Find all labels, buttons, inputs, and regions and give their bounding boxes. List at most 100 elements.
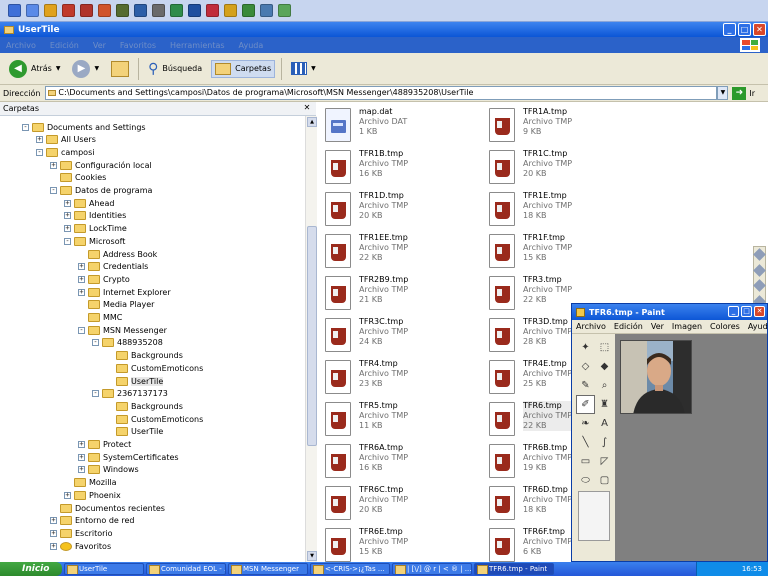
menu-herramientas[interactable]: Herramientas [170,41,225,50]
tree-item[interactable]: + Phoenix [64,489,121,501]
tree-item[interactable]: Mozilla [64,477,117,489]
file-item[interactable]: TFR1A.tmp Archivo TMP 9 KB [489,106,649,146]
collapse-icon[interactable]: - [50,187,57,194]
collapse-icon[interactable]: - [36,148,43,156]
window-titlebar[interactable]: UserTile _ □ ✕ [0,22,768,37]
task-chat-2[interactable]: | [\/] @ r | < ® | ... [392,563,472,575]
file-item[interactable]: TFR6C.tmp Archivo TMP 20 KB [325,484,485,524]
expand-icon[interactable]: + [50,517,57,525]
paint-tool-options[interactable] [578,491,610,541]
tree-item[interactable]: Address Book [78,248,157,260]
up-folder-button[interactable] [108,59,132,79]
paint-menu-edicion[interactable]: Edición [614,322,643,331]
close-panel-icon[interactable]: ✕ [302,103,312,113]
scroll-up-button[interactable]: ▲ [307,117,317,127]
paint-tool-icon[interactable]: ╲ [576,433,595,452]
maximize-button[interactable]: □ [738,23,751,36]
scroll-down-button[interactable]: ▼ [307,551,317,561]
tree-item[interactable]: CustomEmoticons [106,413,203,425]
tree-item[interactable]: + Windows [78,464,139,476]
paint-tool-icon[interactable]: ▢ [595,471,614,490]
paint-tool-icon[interactable]: ▭ [576,452,595,471]
expand-icon[interactable]: + [64,199,71,207]
expand-icon[interactable]: + [50,161,57,169]
collapse-icon[interactable]: - [64,237,71,245]
expand-icon[interactable]: + [50,529,57,537]
menu-ver[interactable]: Ver [93,41,106,50]
network-icon[interactable] [170,4,183,17]
messenger-icon[interactable] [278,4,291,17]
user-icon[interactable] [188,4,201,17]
task-usertile[interactable]: UserTile [64,563,144,575]
antivirus-icon[interactable] [62,4,75,17]
tree-item[interactable]: Cookies [50,172,106,184]
tree-item[interactable]: + Entorno de red [50,515,134,527]
paint-tool-icon[interactable]: ✎ [576,376,595,395]
collapse-icon[interactable]: - [92,390,99,398]
clock[interactable]: 16:53 [742,565,762,573]
tree-item[interactable]: + Favoritos [50,540,111,552]
tree-item[interactable]: Backgrounds [106,400,183,412]
paint-tool-icon[interactable]: ◸ [595,452,614,471]
tree-item[interactable]: Backgrounds [106,350,183,362]
tool-icon[interactable] [753,279,766,293]
expand-icon[interactable]: + [78,453,85,461]
tree-scrollbar[interactable]: ▲ ▼ [305,116,317,562]
tree-item[interactable]: + Identities [64,210,126,222]
task-paint[interactable]: TFR6.tmp - Paint [474,563,554,575]
paint-close-button[interactable]: ✕ [754,306,765,317]
tree-item[interactable]: + LockTime [64,223,127,235]
paint-titlebar[interactable]: TFR6.tmp - Paint _ □ ✕ [572,304,767,320]
folders-button[interactable]: Carpetas [211,59,276,78]
tree-item[interactable]: - camposi [36,146,94,158]
paint-tool-icon[interactable]: ⬭ [576,471,595,490]
tree-item[interactable]: MMC [78,312,122,324]
expand-icon[interactable]: + [36,136,43,144]
refresh-icon[interactable] [26,4,39,17]
file-item[interactable]: TFR2B9.tmp Archivo TMP 21 KB [325,274,485,314]
tree-item[interactable]: - 488935208 [92,337,163,349]
start-button[interactable]: Inicio [0,562,62,576]
tree-item[interactable]: + Ahead [64,197,114,209]
task-msn-messenger[interactable]: MSN Messenger [228,563,308,575]
forward-button[interactable]: ▶ ▼ [69,58,102,80]
app-icon[interactable] [116,4,129,17]
file-item[interactable]: TFR3C.tmp Archivo TMP 24 KB [325,316,485,356]
leaf-icon[interactable] [242,4,255,17]
expand-icon[interactable]: + [78,263,85,271]
address-dropdown-button[interactable]: ▼ [717,86,729,100]
filezilla-icon[interactable] [98,4,111,17]
media-icon[interactable] [206,4,219,17]
file-item[interactable]: TFR1D.tmp Archivo TMP 20 KB [325,190,485,230]
tree-item[interactable]: + Protect [78,439,131,451]
tree-item[interactable]: + Crypto [78,273,130,285]
close-button[interactable]: ✕ [753,23,766,36]
tree-item[interactable]: + Configuración local [50,159,152,171]
expand-icon[interactable]: + [78,466,85,474]
paint-tool-icon[interactable]: ♜ [595,395,614,414]
search-button[interactable]: ⚲ Búsqueda [145,59,205,79]
tree-item[interactable]: Documentos recientes [50,502,165,514]
paint-tool-icon[interactable]: ⌕ [595,376,614,395]
minimize-button[interactable]: _ [723,23,736,36]
tree-item[interactable]: UserTile [106,375,164,387]
paint-tool-icon[interactable]: ✐ [576,395,595,414]
file-item[interactable]: TFR1C.tmp Archivo TMP 20 KB [489,148,649,188]
file-item[interactable]: TFR6A.tmp Archivo TMP 16 KB [325,442,485,482]
paint-menu-imagen[interactable]: Imagen [672,322,702,331]
notepad-icon[interactable] [152,4,165,17]
file-item[interactable]: map.dat Archivo DAT 1 KB [325,106,485,146]
paint-maximize-button[interactable]: □ [741,306,752,317]
tree-item[interactable]: + Credentials [78,261,148,273]
tree-item[interactable]: - Datos de programa [50,185,152,197]
tree-item[interactable]: UserTile [106,426,163,438]
collapse-icon[interactable]: - [78,326,85,334]
paint-tool-icon[interactable]: ◇ [576,357,595,376]
expand-icon[interactable]: + [64,225,71,233]
paint-tool-icon[interactable]: ∫ [595,433,614,452]
paint-menu-ver[interactable]: Ver [651,322,664,331]
paint-tool-icon[interactable]: A [595,414,614,433]
menu-archivo[interactable]: Archivo [6,41,36,50]
tree-item[interactable]: - Documents and Settings [22,121,146,133]
chrome-like-icon[interactable] [44,4,57,17]
